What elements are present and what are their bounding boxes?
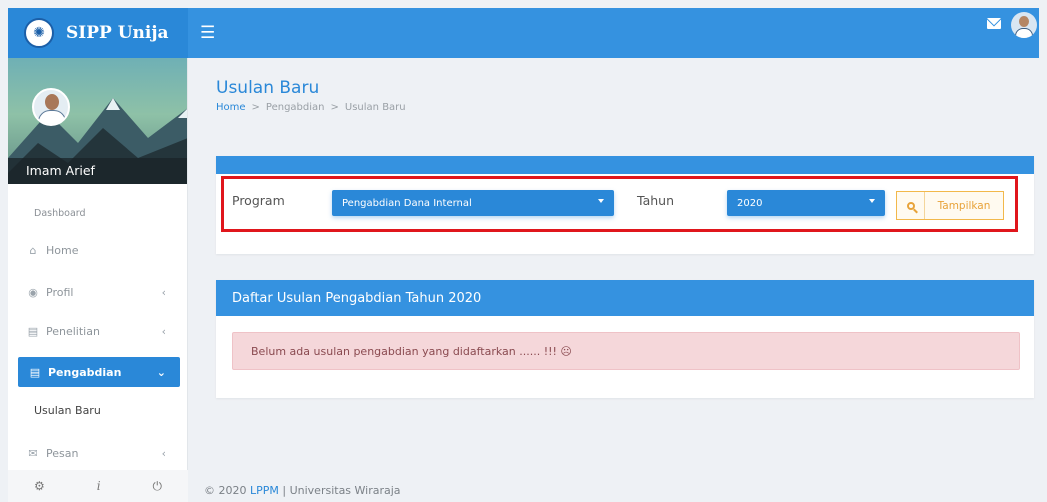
chevron-left-icon: ‹ bbox=[161, 446, 166, 460]
brand-bar[interactable]: ✺ SIPP Unija bbox=[8, 8, 188, 58]
top-navbar: ☰ bbox=[188, 8, 1039, 58]
sidebar-item-label: Penelitian bbox=[46, 324, 100, 338]
page-footer: © 2020 LPPM | Universitas Wiraraja bbox=[204, 484, 401, 497]
sidebar-subitem-usulan-baru[interactable]: Usulan Baru bbox=[34, 404, 101, 417]
sidebar-item-label: Pengabdian bbox=[48, 365, 122, 379]
footer-prefix: © 2020 bbox=[204, 484, 250, 497]
university-logo-icon: ✺ bbox=[24, 18, 54, 48]
sidebar-item-label: Profil bbox=[46, 285, 74, 299]
user-icon: ◉ bbox=[28, 285, 38, 299]
breadcrumb: Home > Pengabdian > Usulan Baru bbox=[216, 102, 406, 113]
messages-icon[interactable] bbox=[987, 18, 1001, 29]
sidebar-item-label: Pesan bbox=[46, 446, 79, 460]
breadcrumb-separator: > bbox=[330, 102, 339, 113]
breadcrumb-current: Usulan Baru bbox=[344, 102, 406, 113]
sidebar-footer: ⚙ i ⏻ bbox=[8, 470, 188, 502]
sidebar-item-pesan[interactable]: ✉ Pesan ‹ bbox=[8, 438, 180, 468]
sidebar-item-label: Home bbox=[46, 243, 79, 257]
sidebar-item-pengabdian[interactable]: ▤ Pengabdian ⌄ bbox=[18, 357, 180, 387]
profile-avatar[interactable] bbox=[32, 88, 70, 126]
chevron-left-icon: ‹ bbox=[161, 285, 166, 299]
power-icon[interactable]: ⏻ bbox=[152, 479, 162, 494]
sidebar-item-penelitian[interactable]: ▤ Penelitian ‹ bbox=[8, 316, 180, 346]
app-title: SIPP Unija bbox=[66, 23, 169, 43]
document-icon: ▤ bbox=[29, 365, 41, 379]
menu-toggle-icon[interactable]: ☰ bbox=[200, 23, 215, 43]
breadcrumb-home[interactable]: Home bbox=[216, 102, 246, 113]
sidebar-item-home[interactable]: ⌂ Home bbox=[8, 235, 180, 265]
list-card-title: Daftar Usulan Pengabdian Tahun 2020 bbox=[216, 280, 1034, 316]
highlight-box bbox=[221, 176, 1018, 232]
empty-alert: Belum ada usulan pengabdian yang didafta… bbox=[232, 332, 1020, 370]
footer-suffix: | Universitas Wiraraja bbox=[278, 484, 401, 497]
breadcrumb-pengabdian[interactable]: Pengabdian bbox=[266, 102, 325, 113]
profile-name: Imam Arief bbox=[8, 158, 187, 184]
mail-icon: ✉ bbox=[28, 446, 38, 460]
proposal-list-card: Daftar Usulan Pengabdian Tahun 2020 Belu… bbox=[216, 280, 1034, 398]
sidebar-item-profil[interactable]: ◉ Profil ‹ bbox=[8, 277, 180, 307]
breadcrumb-separator: > bbox=[251, 102, 260, 113]
home-icon: ⌂ bbox=[29, 243, 37, 257]
footer-lppm-link[interactable]: LPPM bbox=[250, 484, 279, 497]
user-avatar[interactable] bbox=[1011, 12, 1037, 38]
sidebar-profile: Imam Arief bbox=[8, 58, 187, 184]
page-title: Usulan Baru bbox=[216, 78, 320, 98]
settings-icon[interactable]: ⚙ bbox=[34, 479, 45, 493]
chevron-down-icon: ⌄ bbox=[156, 365, 166, 379]
sidebar: Imam Arief Dashboard ⌂ Home ◉ Profil ‹ ▤… bbox=[8, 58, 188, 502]
chevron-left-icon: ‹ bbox=[161, 324, 166, 338]
info-icon[interactable]: i bbox=[97, 479, 101, 493]
document-icon: ▤ bbox=[27, 324, 39, 338]
menu-section-header: Dashboard bbox=[34, 208, 86, 219]
